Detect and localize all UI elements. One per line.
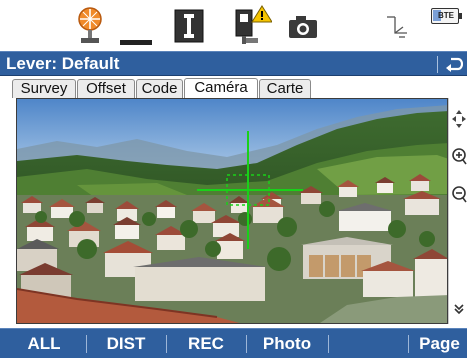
softkey-label: ALL — [27, 334, 61, 353]
softkey-label: REC — [188, 334, 224, 353]
title-divider — [437, 56, 438, 73]
reflectorless-measure-icon[interactable] — [118, 0, 154, 51]
tab-survey[interactable]: Survey — [12, 79, 76, 99]
tab-label: Offset — [86, 80, 126, 97]
tab-label: Survey — [20, 80, 68, 97]
camera-icon[interactable] — [286, 0, 320, 51]
softkey-label: Page — [419, 334, 460, 353]
softkey-divider — [86, 335, 87, 353]
softkey-page[interactable]: Page — [412, 329, 467, 358]
softkey-divider — [408, 335, 409, 353]
status-bar: BTE — [0, 0, 467, 51]
zoom-out-icon[interactable] — [450, 184, 467, 204]
softkey-label: DIST — [106, 334, 146, 353]
zoom-in-icon[interactable] — [450, 146, 467, 166]
back-arrow-icon — [446, 57, 463, 72]
tab-row: Survey Offset Code Caméra Carte — [0, 76, 467, 99]
softkey-empty[interactable] — [332, 329, 404, 358]
softkey-all[interactable]: ALL — [14, 329, 74, 358]
prism-target-icon[interactable] — [74, 0, 106, 51]
tab-label: Caméra — [194, 79, 248, 96]
softkey-divider — [328, 335, 329, 353]
tab-camera[interactable]: Caméra — [184, 78, 258, 99]
scroll-down-icon[interactable] — [450, 300, 467, 318]
tab-offset[interactable]: Offset — [77, 79, 135, 99]
battery-label: BTE — [438, 11, 454, 20]
camera-instrument-warning-icon[interactable] — [232, 0, 272, 51]
title-bar: Lever: Default — [0, 51, 467, 76]
coordinate-axes-icon — [382, 0, 412, 51]
softkey-divider — [246, 335, 247, 353]
camera-image — [17, 99, 447, 323]
instrument-icon[interactable] — [172, 0, 206, 51]
softkey-bar: ALL DIST REC Photo Page — [0, 328, 467, 358]
battery-icon: BTE — [428, 0, 462, 51]
tab-label: Carte — [266, 80, 304, 97]
softkey-label: Photo — [262, 334, 312, 353]
camera-view[interactable] — [16, 98, 448, 324]
softkey-divider — [166, 335, 167, 353]
softkey-rec[interactable]: REC — [170, 329, 242, 358]
tab-map[interactable]: Carte — [259, 79, 311, 99]
back-button[interactable] — [442, 53, 466, 75]
tab-code[interactable]: Code — [136, 79, 183, 99]
softkey-photo[interactable]: Photo — [250, 329, 324, 358]
softkey-dist[interactable]: DIST — [90, 329, 162, 358]
side-toolbar — [448, 98, 467, 324]
left-strip — [0, 98, 16, 324]
page-title: Lever: Default — [6, 54, 120, 73]
tab-label: Code — [141, 80, 178, 97]
pan-arrows-icon[interactable] — [450, 108, 467, 130]
